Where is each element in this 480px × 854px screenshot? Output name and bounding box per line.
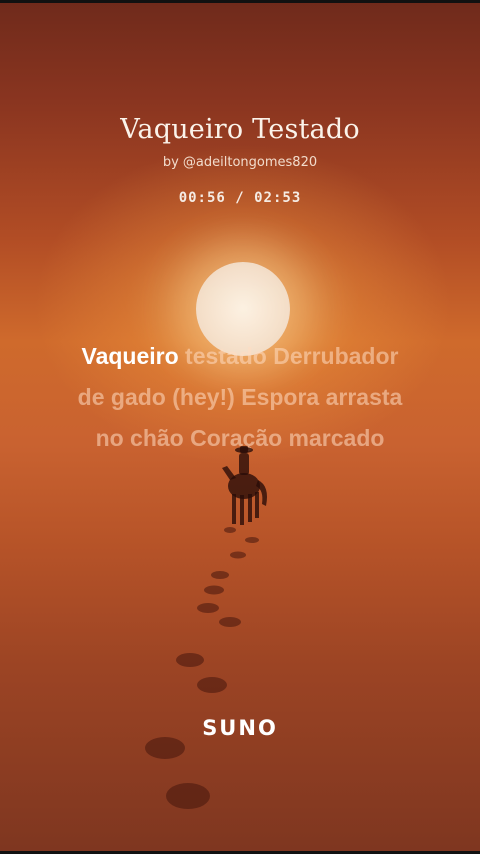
playback-time: 00:56 / 02:53 (178, 190, 302, 206)
artist-handle: by @adeiltongomes820 (162, 155, 318, 170)
video-frame: Vaqueiro Testado by @adeiltongomes820 00… (0, 0, 480, 854)
lyrics-line-1: Vaqueiro testado Derrubador (30, 336, 450, 377)
song-title: Vaqueiro Testado (120, 114, 360, 145)
lyrics-line-1-rest: testado Derrubador (178, 343, 399, 369)
active-lyric-word: Vaqueiro (81, 343, 179, 369)
lyrics-line-2: de gado (hey!) Espora arrasta (77, 384, 403, 410)
horse-rider-silhouette (222, 446, 267, 525)
top-edge (0, 0, 480, 3)
suno-logo: SUNO (202, 716, 278, 740)
footprints-trail (145, 527, 259, 809)
